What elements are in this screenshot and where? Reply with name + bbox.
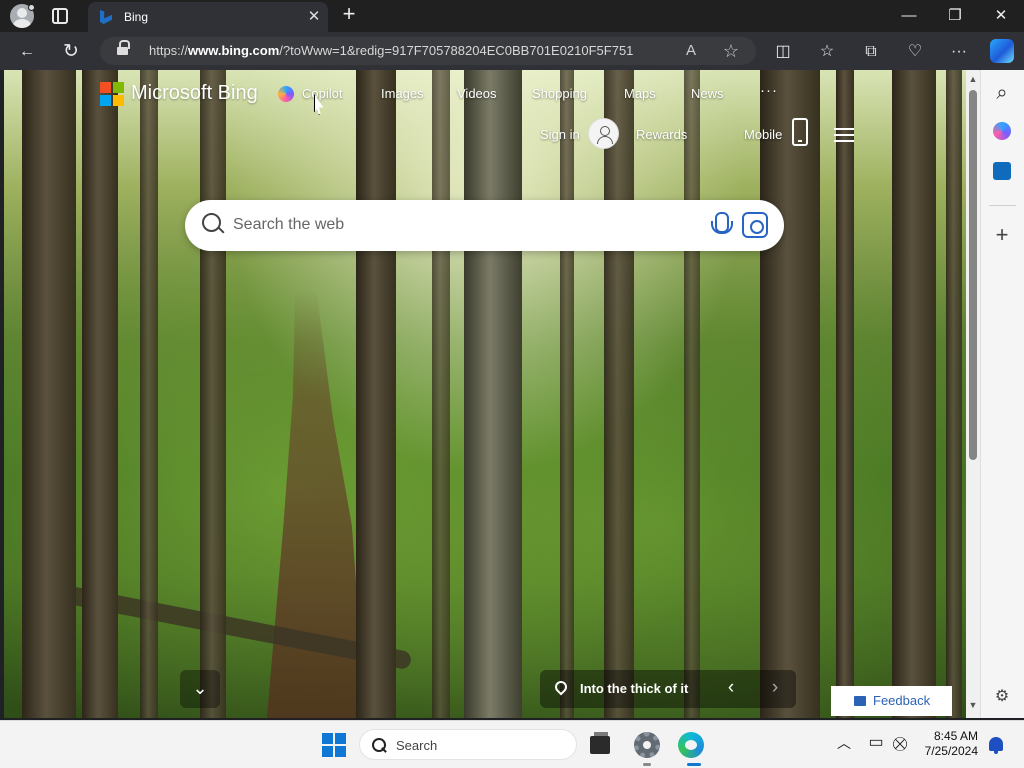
feedback-icon (854, 696, 866, 706)
tab-title: Bing (124, 10, 149, 24)
taskbar-search-label: Search (396, 738, 438, 753)
browser-toolbar: ← ↻ https://www.bing.com/?toWww=1&redig=… (0, 32, 1024, 70)
windows-start-icon[interactable] (322, 733, 346, 757)
hamburger-menu-icon[interactable] (834, 128, 854, 142)
split-screen-icon[interactable]: ◫ (770, 39, 796, 65)
sidebar-copilot-icon[interactable] (993, 122, 1011, 140)
sidebar-search-icon[interactable]: ⌕ (991, 82, 1013, 104)
tab-actions-icon[interactable] (52, 8, 68, 24)
lock-icon (117, 40, 130, 56)
refresh-icon[interactable]: ↻ (58, 39, 84, 65)
scroll-up-arrow-icon[interactable]: ▲ (968, 74, 978, 84)
search-box[interactable] (185, 200, 784, 251)
close-window-button[interactable]: ✕ (986, 2, 1016, 30)
taskbar-search[interactable]: Search (359, 729, 577, 760)
search-input[interactable] (233, 214, 693, 236)
rewards-link[interactable]: Rewards (636, 127, 687, 143)
restore-button[interactable]: ❐ (940, 2, 970, 30)
running-indicator (643, 763, 651, 766)
bing-favicon-icon (100, 10, 112, 24)
sign-in-link[interactable]: Sign in (540, 127, 580, 143)
favorite-star-icon[interactable]: ☆ (719, 39, 743, 63)
scroll-down-button[interactable]: ⌄ (180, 670, 220, 708)
nav-images[interactable]: Images (381, 86, 424, 102)
microsoft-logo-icon[interactable] (100, 82, 124, 106)
search-icon (202, 213, 226, 237)
page-scrollbar[interactable]: ▲ ▼ (966, 70, 980, 718)
minimize-button[interactable]: — (894, 2, 924, 30)
feedback-label: Feedback (873, 693, 931, 708)
display-icon[interactable]: ▭ (868, 734, 884, 752)
bing-homepage: Microsoft Bing Copilot Images Videos Sho… (4, 70, 966, 718)
task-view-icon[interactable] (590, 732, 610, 754)
mobile-link[interactable]: Mobile (744, 127, 782, 143)
clock[interactable]: 8:45 AM 7/25/2024 (918, 729, 978, 759)
active-indicator (687, 763, 701, 766)
scroll-down-arrow-icon[interactable]: ▼ (968, 700, 978, 710)
browser-essentials-icon[interactable]: ♡ (902, 39, 928, 65)
sidebar-divider (989, 205, 1016, 206)
feedback-button[interactable]: Feedback (831, 686, 952, 716)
notification-bell-icon[interactable] (989, 737, 1003, 754)
clock-date: 7/25/2024 (924, 744, 978, 758)
tab-bing[interactable]: Bing ✕ (88, 2, 328, 32)
nav-news[interactable]: News (691, 86, 724, 102)
nav-maps[interactable]: Maps (624, 86, 656, 102)
sidebar-settings-icon[interactable]: ⚙ (991, 686, 1013, 708)
url-text[interactable]: https://www.bing.com/?toWww=1&redig=917F… (149, 43, 664, 58)
image-caption[interactable]: Into the thick of it (580, 681, 688, 696)
copilot-icon[interactable] (990, 39, 1014, 63)
copilot-nav-icon (278, 86, 294, 102)
settings-app-icon[interactable] (634, 732, 660, 758)
favorites-icon[interactable]: ☆ (814, 39, 840, 65)
network-icon[interactable]: ⛒ (892, 734, 908, 752)
close-tab-icon[interactable]: ✕ (304, 7, 324, 27)
nav-videos[interactable]: Videos (457, 86, 497, 102)
visual-search-icon[interactable] (742, 212, 768, 238)
read-aloud-icon[interactable]: A (679, 39, 703, 63)
user-avatar-icon[interactable] (588, 118, 619, 149)
taskbar-search-icon (372, 738, 386, 752)
nav-copilot[interactable]: Copilot (302, 86, 342, 102)
nav-shopping[interactable]: Shopping (532, 86, 587, 102)
scrollbar-thumb[interactable] (969, 90, 977, 460)
sidebar-add-icon[interactable]: + (991, 224, 1013, 246)
clock-time: 8:45 AM (933, 729, 978, 743)
next-image-button[interactable]: › (754, 670, 796, 708)
edge-sidebar: ⌕ + ⚙ (980, 70, 1024, 718)
back-icon[interactable]: ← (14, 39, 40, 65)
location-pin-icon (552, 678, 570, 696)
edge-app-icon[interactable] (678, 732, 704, 758)
browser-title-bar: Bing ✕ + — ❐ ✕ (0, 0, 1024, 32)
new-tab-button[interactable]: + (338, 3, 360, 26)
profile-badge-icon (28, 4, 35, 11)
image-caption-bar: Into the thick of it ‹ › (540, 670, 796, 708)
address-bar[interactable]: https://www.bing.com/?toWww=1&redig=917F… (100, 37, 756, 65)
more-icon[interactable]: ··· (946, 39, 972, 65)
collections-icon[interactable]: ⧉ (858, 39, 884, 65)
windows-taskbar: Search ︿ ▭ ⛒ 8:45 AM 7/25/2024 (0, 720, 1024, 768)
bing-brand[interactable]: Microsoft Bing (131, 81, 258, 105)
tray-chevron-icon[interactable]: ︿ (836, 734, 852, 752)
mobile-phone-icon[interactable] (792, 118, 808, 146)
previous-image-button[interactable]: ‹ (710, 670, 752, 708)
nav-more-icon[interactable]: ··· (760, 82, 778, 99)
sidebar-outlook-icon[interactable] (993, 162, 1011, 180)
microphone-icon[interactable] (710, 212, 733, 239)
